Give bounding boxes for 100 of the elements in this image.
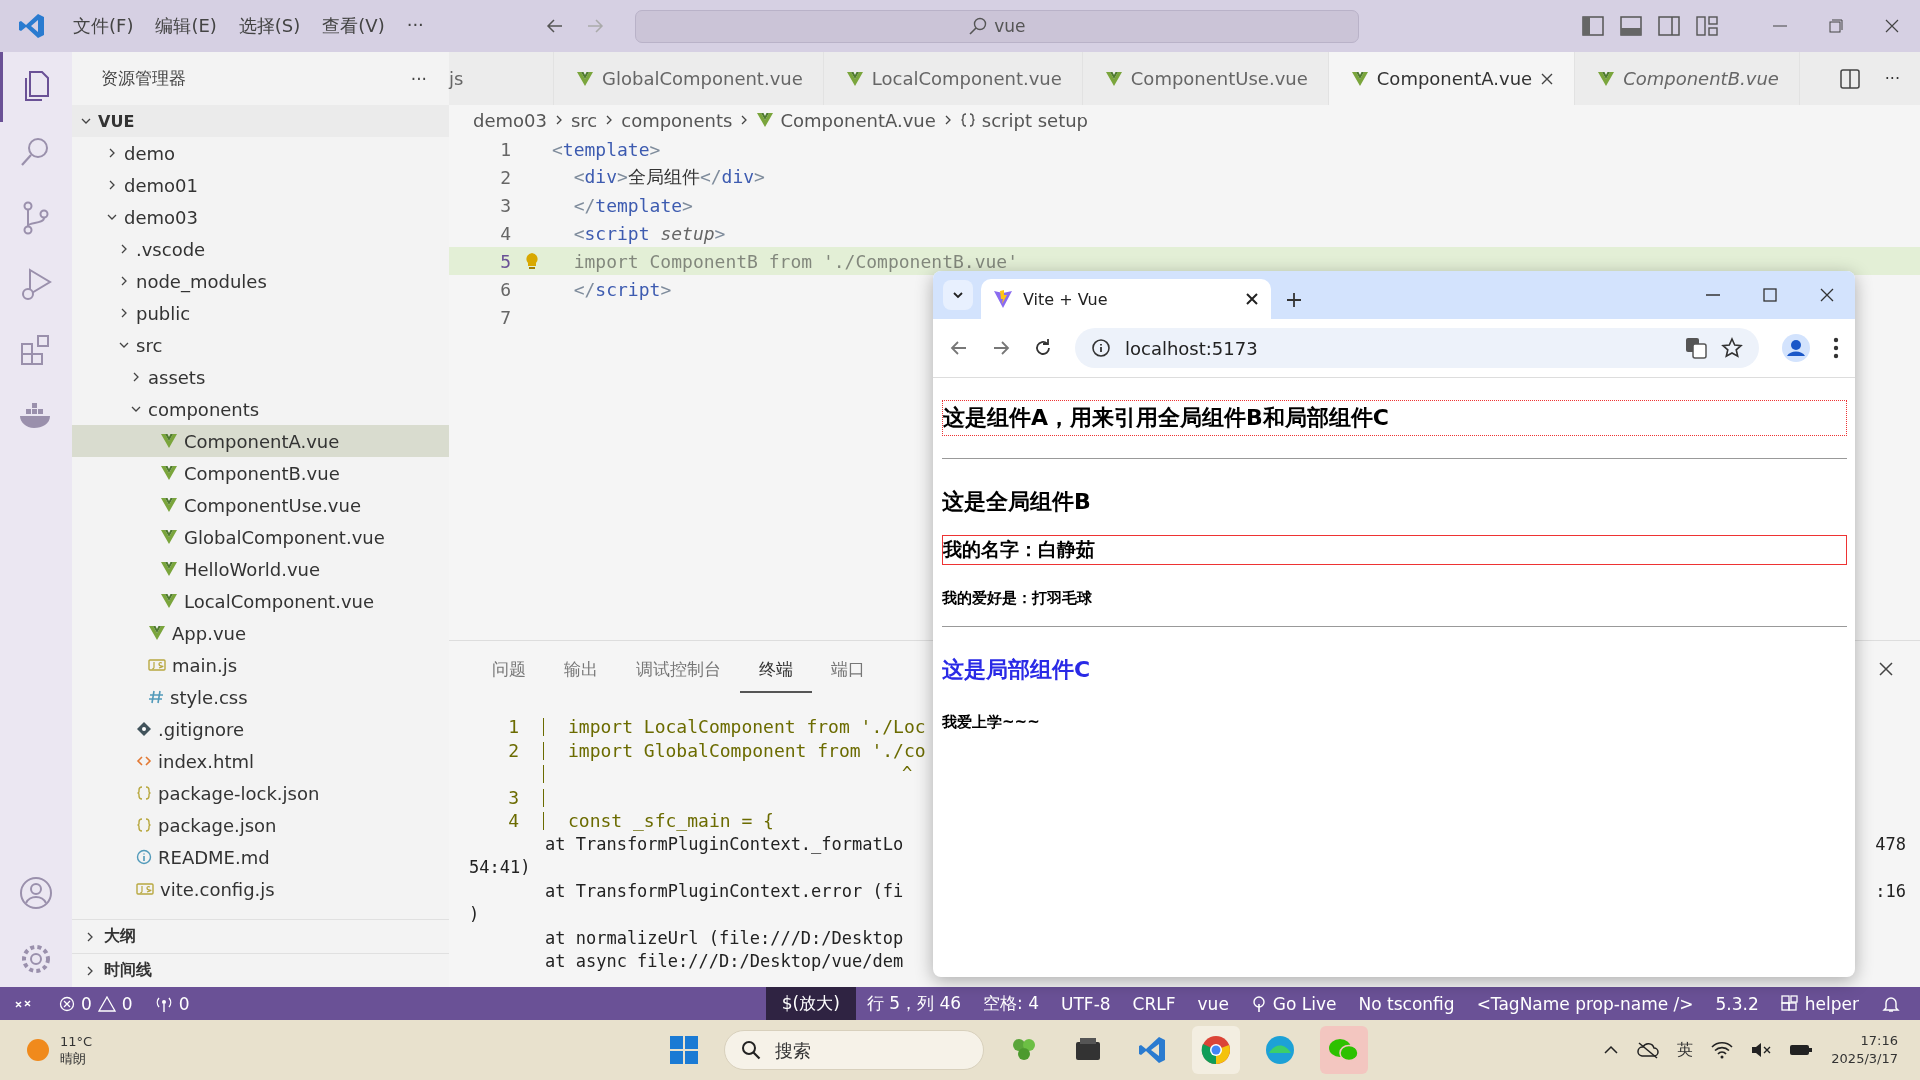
input-method-indicator[interactable]: 英 (1677, 1039, 1694, 1061)
section-header[interactable]: 大纲 (72, 919, 449, 953)
editor-tab[interactable]: LocalComponent.vue (823, 52, 1083, 105)
menu-item[interactable]: 选择(S) (227, 10, 312, 42)
breadcrumb-item[interactable]: src (570, 109, 598, 131)
file-item[interactable]: package.json (72, 809, 449, 841)
status-item[interactable]: 5.3.2 (1704, 987, 1770, 1020)
close-icon (1540, 71, 1555, 86)
code-line: </script> (572, 278, 672, 300)
braces-icon (959, 112, 976, 128)
file-item[interactable]: index.html (72, 745, 449, 777)
terminal-text: at normalizeUrl (file:///D:/Desktop (545, 926, 904, 950)
weather-description: 晴朗 (60, 1050, 87, 1067)
status-item[interactable]: Go Live (1239, 987, 1348, 1020)
kebab-menu-icon (1833, 337, 1839, 359)
breadcrumb-item[interactable]: ComponentA.vue (756, 109, 936, 131)
status-item[interactable]: helper (1769, 987, 1870, 1020)
workspace-header[interactable]: VUE (72, 105, 449, 137)
status-item[interactable]: 空格: 4 (972, 987, 1051, 1020)
status-item[interactable]: $(放大) (765, 987, 856, 1020)
folder-item[interactable]: node_modules (72, 265, 449, 297)
folder-item[interactable]: src (72, 329, 449, 361)
folder-item[interactable]: assets (72, 361, 449, 393)
more-actions-button[interactable]: ··· (1884, 69, 1900, 88)
command-search-field[interactable]: vue (634, 9, 1359, 43)
ports-indicator[interactable]: 0 (143, 987, 201, 1020)
status-item[interactable]: 行 5，列 46 (855, 987, 973, 1020)
bell-icon (1882, 994, 1900, 1013)
folder-item[interactable]: public (72, 297, 449, 329)
more-actions-button[interactable]: ··· (410, 68, 427, 89)
vite-logo-icon (993, 289, 1013, 309)
editor-tab[interactable]: js (449, 52, 554, 105)
menu-item[interactable]: ··· (395, 10, 435, 42)
vue-logo-icon (160, 432, 178, 450)
panel-layout-icon (1620, 15, 1642, 37)
folder-item[interactable]: demo (72, 137, 449, 169)
breadcrumb-item[interactable]: components (621, 109, 733, 131)
panel-tab[interactable]: 输出 (545, 658, 617, 693)
menu-item[interactable]: 查看(V) (311, 10, 396, 42)
error-icon (59, 995, 75, 1012)
status-item[interactable]: CRLF (1121, 987, 1187, 1020)
menu-item[interactable]: 编辑(E) (144, 10, 228, 42)
file-item[interactable]: GlobalComponent.vue (72, 521, 449, 553)
taskbar-search-box[interactable]: 搜索 (724, 1030, 984, 1070)
terminal-text: at async file:///D:/Desktop/vue/dem (545, 950, 904, 973)
file-item[interactable]: LocalComponent.vue (72, 585, 449, 617)
panel-tab[interactable]: 调试控制台 (617, 658, 740, 693)
breadcrumb-item[interactable]: demo03 (473, 109, 547, 131)
file-item[interactable]: style.css (72, 681, 449, 713)
vue-logo-icon (148, 624, 166, 642)
file-item[interactable]: ComponentB.vue (72, 457, 449, 489)
file-item[interactable]: App.vue (72, 617, 449, 649)
folder-item[interactable]: components (72, 393, 449, 425)
braces-icon (136, 785, 152, 801)
restore-icon (1828, 18, 1844, 34)
sidebar-title: 资源管理器 (101, 67, 186, 90)
vue-logo-icon (576, 69, 594, 88)
file-item[interactable]: package-lock.json (72, 777, 449, 809)
braces-icon (136, 817, 152, 833)
folder-item[interactable]: demo03 (72, 201, 449, 233)
plus-icon (1285, 291, 1303, 309)
file-item[interactable]: HelloWorld.vue (72, 553, 449, 585)
taskbar-search-field[interactable]: 搜索 (773, 1038, 927, 1062)
breadcrumb-item[interactable]: script setup (959, 109, 1089, 131)
file-item[interactable]: main.js (72, 649, 449, 681)
file-item[interactable]: ComponentA.vue (72, 425, 449, 457)
status-item[interactable]: vue (1186, 987, 1240, 1020)
panel-tab[interactable]: 端口 (812, 658, 884, 693)
status-item[interactable]: <TagName prop-name /> (1465, 987, 1705, 1020)
minimize-icon (1705, 294, 1720, 296)
file-item[interactable]: ComponentUse.vue (72, 489, 449, 521)
menu-item[interactable]: 文件(F) (62, 10, 145, 42)
browser-tab[interactable]: Vite + Vue (981, 279, 1271, 319)
problems-indicator[interactable]: 0 0 (48, 987, 144, 1020)
folder-item[interactable]: demo01 (72, 169, 449, 201)
terminal-text: import LocalComponent from './Loc (568, 715, 926, 739)
status-item[interactable]: No tsconfig (1347, 987, 1466, 1020)
file-item[interactable]: .gitignore (72, 713, 449, 745)
file-item[interactable]: vite.config.js (72, 873, 449, 905)
editor-tab[interactable]: ComponentB.vue (1575, 52, 1800, 105)
body-text: 我的爱好是：打羽毛球 (942, 589, 1093, 608)
translate-icon (1685, 337, 1707, 359)
grid-layout-icon (1696, 15, 1718, 37)
panel-tab[interactable]: 终端 (740, 658, 812, 693)
code-line: <div>全局组件</div> (572, 165, 765, 189)
folder-item[interactable]: .vscode (72, 233, 449, 265)
wave-logo-icon (1265, 1035, 1295, 1065)
address-bar[interactable]: localhost:5173 (1075, 328, 1759, 368)
clock-time[interactable]: 17:16 (1860, 1032, 1898, 1050)
clock-date[interactable]: 2025/3/17 (1831, 1050, 1898, 1068)
status-item[interactable]: UTF-8 (1050, 987, 1122, 1020)
editor-tab[interactable]: ComponentUse.vue (1082, 52, 1329, 105)
reload-icon (1033, 338, 1053, 358)
panel-tab[interactable]: 问题 (473, 658, 545, 693)
tab-list-button[interactable] (943, 280, 973, 310)
editor-tab[interactable]: GlobalComponent.vue (554, 52, 824, 105)
vue-logo-icon (160, 496, 178, 514)
editor-tab[interactable]: ComponentA.vue (1328, 52, 1576, 105)
file-item[interactable]: README.md (72, 841, 449, 873)
account-icon (18, 875, 54, 911)
